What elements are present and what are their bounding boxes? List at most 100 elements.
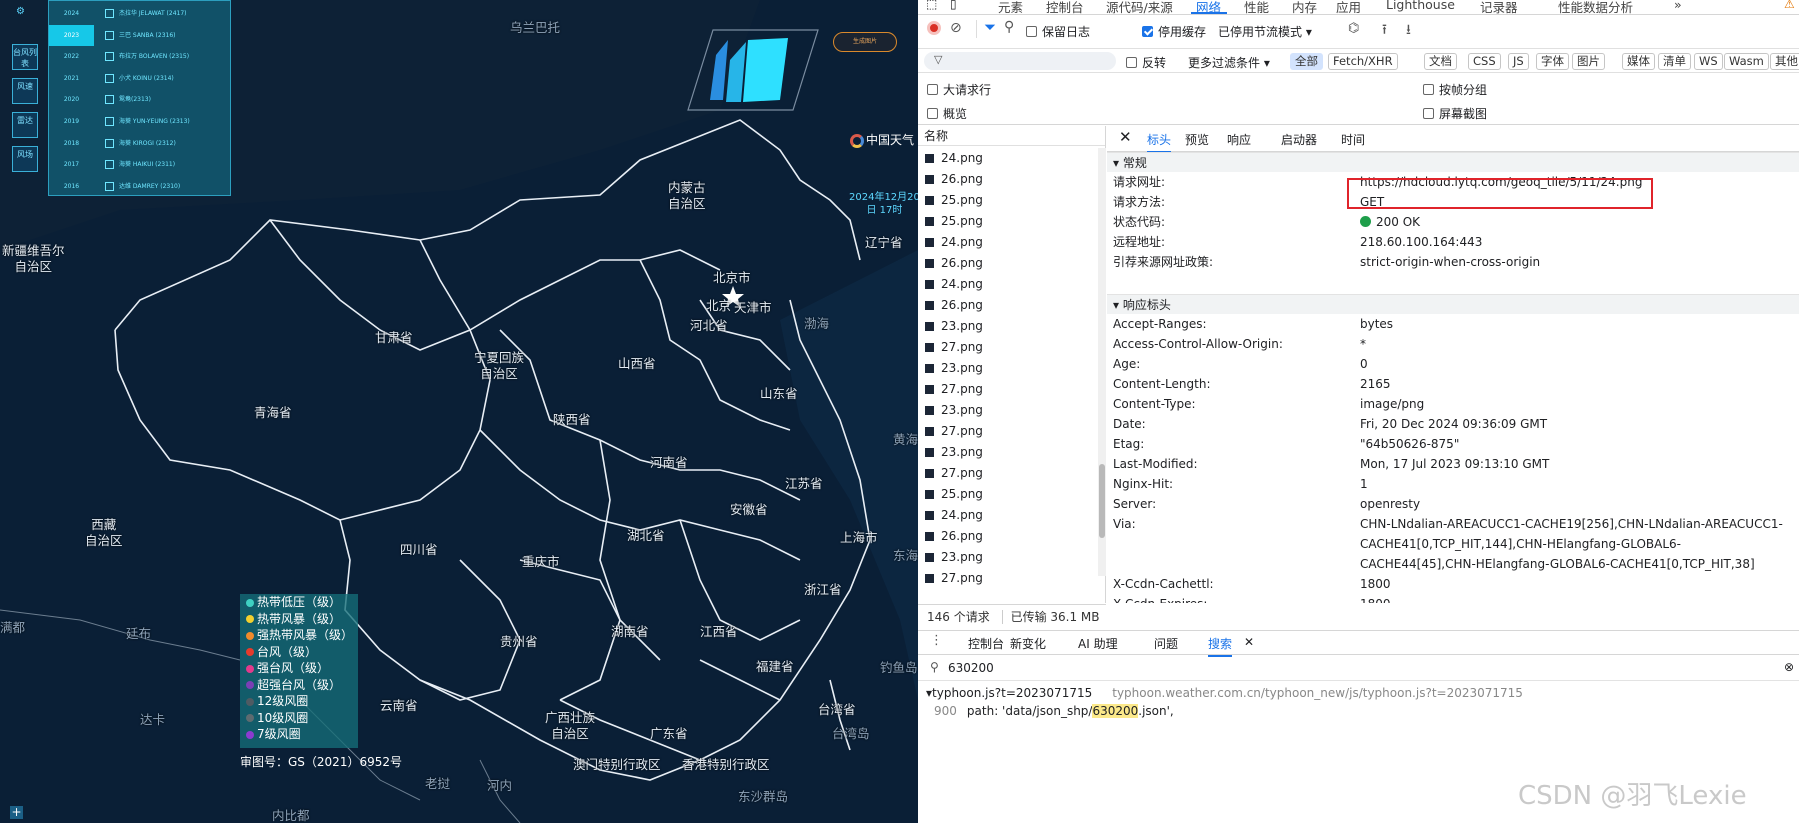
tab-5[interactable]: 内存 [1292,0,1317,14]
type-filter-2[interactable]: 文档 [1424,53,1457,70]
request-row[interactable]: 26.png [918,169,1105,190]
year-row[interactable]: 2024 杰拉华 JELAWAT (2417) [49,3,232,24]
typhoon-checkbox[interactable] [105,52,114,62]
request-row[interactable]: 24.png [918,148,1105,169]
wind-field-button[interactable]: 风场 [12,146,38,172]
tab-0[interactable]: 元素 [998,0,1023,14]
type-filter-8[interactable]: 清单 [1658,53,1691,70]
name-column-header[interactable]: 名称 [918,126,1105,146]
year-label[interactable]: 2022 [49,46,94,67]
wind-speed-button[interactable]: 风速 [12,78,38,104]
tab-7[interactable]: Lighthouse [1386,0,1455,12]
drawer-tab-3[interactable]: 问题 [1154,635,1178,652]
year-label[interactable]: 2019 [49,111,94,132]
more-filters-dropdown[interactable]: 更多过滤条件 ▾ [1188,54,1270,71]
type-filter-7[interactable]: 媒体 [1622,53,1655,70]
tab-6[interactable]: 应用 [1336,0,1361,14]
warning-icon[interactable]: ⚠ [1784,0,1795,11]
invert-toggle[interactable]: 反转 [1126,54,1166,71]
radar-button[interactable]: 雷达 [12,112,38,138]
request-row[interactable]: 23.png [918,358,1105,379]
drawer-tab-1[interactable]: 新变化 [1010,635,1046,652]
typhoon-list-button[interactable]: 台风列表 [12,44,38,70]
year-row[interactable]: 2021 小犬 KOINU (2314) [49,68,232,89]
preserve-log-toggle[interactable]: 保留日志 [1026,23,1090,40]
export-har-icon[interactable]: ⭳ [1406,19,1411,43]
type-filter-4[interactable]: JS [1508,53,1529,70]
filter-icon[interactable]: ⏷ [984,18,996,36]
request-list-scrollbar[interactable] [1098,148,1106,576]
typhoon-map[interactable]: 乌兰巴托 内蒙古 自治区 新疆维吾尔 自治区 辽宁省 北京市 北京 天津市 河北省 甘肃省 宁夏回… [0,0,918,823]
request-row[interactable]: 27.png [918,463,1105,484]
network-conditions-icon[interactable]: ⌬ [1348,21,1359,36]
type-filter-3[interactable]: CSS [1468,53,1501,70]
request-row[interactable]: 23.png [918,316,1105,337]
request-row[interactable]: 25.png [918,190,1105,211]
type-filter-10[interactable]: Wasm [1724,53,1769,70]
drawer-menu-icon[interactable]: ⋮ [930,633,943,648]
inspect-icon[interactable]: ⬚ [926,0,937,11]
request-row[interactable]: 24.png [918,232,1105,253]
general-section-header[interactable]: ▾ 常规 [1107,152,1799,172]
clear-icon[interactable]: ⊘ [950,20,962,36]
request-row[interactable]: 26.png [918,295,1105,316]
request-row[interactable]: 27.png [918,421,1105,442]
import-har-icon[interactable]: ⭱ [1382,19,1387,43]
generate-image-button[interactable]: 生成图片 [833,32,897,52]
request-row[interactable]: 25.png [918,211,1105,232]
typhoon-checkbox[interactable] [105,9,114,18]
request-row[interactable]: 26.png [918,526,1105,547]
year-label[interactable]: 2018 [49,133,94,154]
year-row[interactable]: 2022 布拉万 BOLAVEN (2315) [49,46,232,67]
typhoon-checkbox[interactable] [105,138,114,148]
request-row[interactable]: 23.png [918,400,1105,421]
typhoon-checkbox[interactable] [105,73,114,83]
request-row[interactable]: 23.png [918,547,1105,568]
device-toolbar-icon[interactable]: ▯ [950,0,957,11]
year-row[interactable]: 2018 海葵 KIROGI (2312) [49,133,232,154]
typhoon-checkbox[interactable] [105,30,114,40]
search-result-file[interactable]: ▾typhoon.js?t=2023071715 typhoon.weather.… [926,686,1523,700]
request-row[interactable]: 27.png [918,379,1105,400]
year-label[interactable]: 2016 [49,176,94,197]
typhoon-checkbox[interactable] [105,181,114,191]
typhoon-checkbox[interactable] [105,160,114,170]
year-row[interactable]: 2016 达维 DAMREY (2310) [49,176,232,197]
type-filter-0[interactable]: 全部 [1290,53,1323,70]
tab-2[interactable]: 源代码/来源 [1106,0,1173,14]
tab-8[interactable]: 记录器 [1480,0,1518,14]
tab-3[interactable]: 网络 [1196,0,1221,14]
type-filter-6[interactable]: 图片 [1572,53,1605,70]
year-row[interactable]: 2020 鸳鸯(2313) [49,89,232,110]
drawer-tab-2[interactable]: AI 助理 [1078,635,1118,652]
detail-tab-4[interactable]: 时间 [1341,131,1365,148]
request-row[interactable]: 27.png [918,337,1105,358]
typhoon-checkbox[interactable] [105,95,114,105]
request-row[interactable]: 24.png [918,274,1105,295]
zoom-in-icon[interactable]: + [10,806,23,819]
year-label[interactable]: 2020 [49,89,94,110]
throttle-select[interactable]: 已停用节流模式 ▾ [1218,23,1312,40]
disable-cache-toggle[interactable]: 停用缓存 [1142,23,1206,40]
year-label[interactable]: 2024 [49,3,94,24]
request-row[interactable]: 26.png [918,253,1105,274]
drawer-tab-0[interactable]: 控制台 [968,635,1004,652]
clear-search-icon[interactable]: ⊗ [1784,660,1794,674]
screenshots-toggle[interactable]: 屏幕截图 [1423,105,1487,122]
tab-10[interactable]: » [1674,0,1682,12]
record-stop-icon[interactable] [927,21,941,35]
year-label[interactable]: 2023 [49,24,94,46]
response-headers-section-header[interactable]: ▾ 响应标头 [1107,294,1799,314]
large-rows-toggle[interactable]: 大请求行 [927,81,991,98]
filter-input[interactable]: ▽ [924,52,1116,70]
drawer-tab-4[interactable]: 搜索 [1208,635,1233,657]
year-label[interactable]: 2017 [49,154,94,175]
year-row[interactable]: 2023 三巴 SANBA (2316) [49,24,232,46]
tab-1[interactable]: 控制台 [1046,0,1084,14]
request-row[interactable]: 24.png [918,505,1105,526]
search-result-line[interactable]: 900 path: 'data/json_shp/630200.json', [934,704,1174,718]
detail-tab-3[interactable]: 启动器 [1281,131,1317,148]
settings-icon[interactable]: ⚙ [16,6,25,17]
year-label[interactable]: 2021 [49,68,94,89]
year-row[interactable]: 2017 海葵 HAIKUI (2311) [49,154,232,175]
